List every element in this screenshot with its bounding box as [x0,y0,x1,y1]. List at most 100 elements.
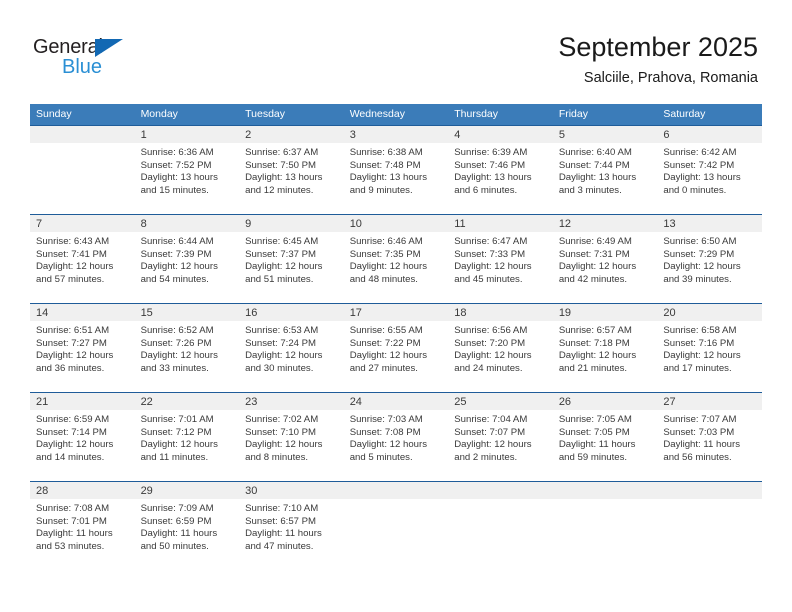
calendar-day-cell[interactable]: 5 Sunrise: 6:40 AM Sunset: 7:44 PM Daylight… [552,126,658,214]
day-detail-line: and 21 minutes. [558,362,628,374]
calendar-day-cell[interactable]: 14 Sunrise: 6:51 AM Sunset: 7:27 PM Dayligh… [30,304,135,392]
calendar-day-cell[interactable]: 12 Sunrise: 6:49 AM Sunset: 7:31 PM Dayligh… [552,215,658,303]
calendar-day-cell[interactable]: 24 Sunrise: 7:03 AM Sunset: 7:08 PM Dayligh… [343,393,449,481]
day-detail-line: Sunrise: 7:08 AM [36,503,110,514]
day-detail-line: Sunrise: 7:01 AM [140,414,214,425]
day-details [344,499,449,503]
calendar-day-cell[interactable]: 27 Sunrise: 7:07 AM Sunset: 7:03 PM Dayligh… [657,393,762,481]
page-title: September 2025 [558,32,758,62]
day-detail-line: Daylight: 12 hours [558,261,637,273]
calendar-day-cell[interactable]: 11 Sunrise: 6:47 AM Sunset: 7:33 PM Dayligh… [448,215,553,303]
calendar-day-cell[interactable]: 16 Sunrise: 6:53 AM Sunset: 7:24 PM Dayligh… [239,304,344,392]
day-details: Sunrise: 7:03 AM Sunset: 7:08 PM Daylight:… [344,410,449,464]
calendar-day-cell[interactable]: 28 Sunrise: 7:08 AM Sunset: 7:01 PM Dayligh… [30,482,135,573]
day-detail-line: Sunrise: 7:02 AM [245,414,319,425]
day-detail-line: Sunrise: 6:44 AM [140,236,214,247]
day-detail-line: and 0 minutes. [663,184,727,196]
calendar-day-cell[interactable]: 3 Sunrise: 6:38 AM Sunset: 7:48 PM Daylight… [343,126,449,214]
day-detail-line: Sunrise: 6:39 AM [454,147,528,158]
logo-text-general: General [33,36,103,58]
day-number: 25 [454,396,467,408]
day-details: Sunrise: 6:43 AM Sunset: 7:41 PM Daylight:… [30,232,135,286]
day-detail-line: Daylight: 12 hours [349,439,428,451]
calendar-day-cell[interactable]: 17 Sunrise: 6:55 AM Sunset: 7:22 PM Dayligh… [343,304,449,392]
calendar-day-cell[interactable]: 25 Sunrise: 7:04 AM Sunset: 7:07 PM Dayligh… [448,393,553,481]
day-number: 22 [140,396,153,408]
calendar-day-cell[interactable]: 7 Sunrise: 6:43 AM Sunset: 7:41 PM Daylight… [30,215,135,303]
day-detail-line: and 51 minutes. [245,273,314,285]
calendar-day-cell-empty [343,482,449,573]
calendar-day-cell[interactable]: 18 Sunrise: 6:56 AM Sunset: 7:20 PM Dayligh… [448,304,553,392]
calendar-day-cell[interactable]: 4 Sunrise: 6:39 AM Sunset: 7:46 PM Daylight… [448,126,553,214]
day-details: Sunrise: 6:53 AM Sunset: 7:24 PM Daylight:… [239,321,344,375]
day-details: Sunrise: 6:36 AM Sunset: 7:52 PM Daylight:… [135,143,240,197]
calendar-day-cell[interactable]: 10 Sunrise: 6:46 AM Sunset: 7:35 PM Dayligh… [343,215,449,303]
day-number: 1 [140,129,147,141]
day-detail-line: Sunset: 7:39 PM [140,248,212,260]
calendar-day-cell[interactable]: 13 Sunrise: 6:50 AM Sunset: 7:29 PM Dayligh… [657,215,762,303]
calendar-day-cell[interactable]: 22 Sunrise: 7:01 AM Sunset: 7:12 PM Dayligh… [134,393,240,481]
calendar-week-row: 21 Sunrise: 6:59 AM Sunset: 7:14 PM Dayligh… [30,392,762,481]
day-details: Sunrise: 6:52 AM Sunset: 7:26 PM Daylight:… [135,321,240,375]
day-number: 2 [245,129,252,141]
day-number-band [657,126,762,143]
day-number: 29 [140,485,153,497]
day-number: 10 [349,218,362,230]
day-details: Sunrise: 6:59 AM Sunset: 7:14 PM Daylight:… [30,410,135,464]
day-detail-line: Sunrise: 6:43 AM [36,236,110,247]
day-detail-line: Daylight: 12 hours [663,261,741,273]
day-details [553,499,658,503]
day-detail-line: Sunrise: 6:52 AM [140,325,214,336]
day-number: 16 [245,307,258,319]
calendar-day-cell[interactable]: 29 Sunrise: 7:09 AM Sunset: 6:59 PM Dayligh… [134,482,240,573]
day-number-band [343,126,449,143]
calendar-day-cell[interactable]: 21 Sunrise: 6:59 AM Sunset: 7:14 PM Dayligh… [30,393,135,481]
day-detail-line: Daylight: 11 hours [663,439,740,451]
day-number: 21 [36,396,49,408]
day-detail-line: Sunrise: 7:04 AM [454,414,528,425]
day-detail-line: Sunset: 7:01 PM [36,515,107,527]
logo-text-blue: Blue [62,56,103,78]
day-number: 9 [245,218,252,230]
calendar-day-cell[interactable]: 19 Sunrise: 6:57 AM Sunset: 7:18 PM Dayligh… [552,304,658,392]
calendar-week-row: 28 Sunrise: 7:08 AM Sunset: 7:01 PM Dayligh… [30,481,762,573]
day-number-band [552,482,658,499]
calendar-day-cell[interactable]: 15 Sunrise: 6:52 AM Sunset: 7:26 PM Dayligh… [134,304,240,392]
day-detail-line: and 11 minutes. [140,451,209,463]
day-number: 27 [663,396,676,408]
day-detail-line: and 47 minutes. [245,540,314,552]
day-number-band [552,126,658,143]
day-detail-line: Sunset: 7:35 PM [349,248,421,260]
day-number-band [134,126,240,143]
day-detail-line: Sunrise: 7:05 AM [558,414,632,425]
day-details: Sunrise: 6:56 AM Sunset: 7:20 PM Daylight:… [448,321,553,375]
calendar-day-cell[interactable]: 1 Sunrise: 6:36 AM Sunset: 7:52 PM Daylight… [134,126,240,214]
calendar-day-cell[interactable]: 23 Sunrise: 7:02 AM Sunset: 7:10 PM Dayligh… [239,393,344,481]
calendar-day-cell[interactable]: 26 Sunrise: 7:05 AM Sunset: 7:05 PM Dayligh… [552,393,658,481]
day-detail-line: Sunrise: 6:37 AM [245,147,319,158]
general-blue-logo[interactable]: General Blue [33,36,163,84]
day-detail-line: Sunset: 7:46 PM [454,159,526,171]
day-detail-line: and 17 minutes. [663,362,732,374]
day-detail-line: Sunset: 7:41 PM [36,248,107,260]
day-details: Sunrise: 7:08 AM Sunset: 7:01 PM Daylight:… [30,499,135,553]
calendar-day-cell[interactable]: 20 Sunrise: 6:58 AM Sunset: 7:16 PM Dayligh… [657,304,762,392]
day-detail-line: and 36 minutes. [36,362,105,374]
calendar-grid: Sunday Monday Tuesday Wednesday Thursday Frid… [30,104,762,573]
day-number: 14 [36,307,49,319]
calendar-day-cell[interactable]: 2 Sunrise: 6:37 AM Sunset: 7:50 PM Daylight… [239,126,344,214]
calendar-day-cell[interactable]: 6 Sunrise: 6:42 AM Sunset: 7:42 PM Daylight… [657,126,762,214]
weekday-header-wednesday: Wednesday [349,108,405,120]
calendar-day-cell[interactable]: 30 Sunrise: 7:10 AM Sunset: 6:57 PM Dayligh… [239,482,344,573]
day-detail-line: Daylight: 12 hours [558,350,637,362]
page-header: General Blue September 2025 Salciile, Pr… [0,0,792,100]
calendar-day-cell[interactable]: 8 Sunrise: 6:44 AM Sunset: 7:39 PM Daylight… [134,215,240,303]
day-detail-line: Daylight: 13 hours [663,172,741,184]
day-detail-line: and 45 minutes. [454,273,523,285]
day-details: Sunrise: 6:45 AM Sunset: 7:37 PM Daylight:… [239,232,344,286]
calendar-day-cell[interactable]: 9 Sunrise: 6:45 AM Sunset: 7:37 PM Daylight… [239,215,344,303]
weekday-header-sunday: Sunday [36,108,72,120]
day-detail-line: Daylight: 11 hours [140,528,218,540]
calendar-weeks: 1 Sunrise: 6:36 AM Sunset: 7:52 PM Daylight… [30,125,762,573]
day-number: 19 [558,307,572,319]
